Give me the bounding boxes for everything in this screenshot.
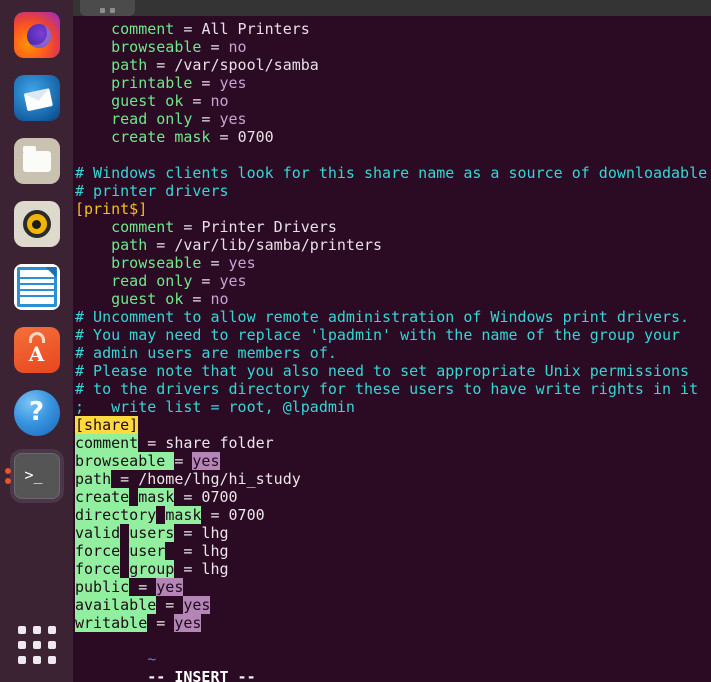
terminal-prompt-glyph: >_ (24, 466, 43, 484)
ubuntu-dock: A ? >_ (0, 0, 73, 682)
terminal-window: comment = All Printers browseable = no p… (73, 0, 711, 682)
code-line: guest ok = no (111, 92, 229, 110)
code-line: path = /var/spool/samba (111, 56, 319, 74)
desktop-screen: A ? >_ comment = All Printers browseable… (0, 0, 711, 682)
code-line: comment = share folder (75, 434, 274, 452)
software-letter: A (28, 342, 45, 366)
code-line: # Windows clients look for this share na… (75, 164, 708, 182)
dock-item-help[interactable]: ? (10, 386, 64, 440)
code-line: path = /home/lhg/hi_study (75, 470, 301, 488)
running-indicator-dots (4, 468, 11, 484)
thunderbird-icon (13, 75, 60, 121)
libreoffice-document-icon (13, 264, 60, 310)
firefox-icon (13, 12, 60, 58)
code-line: guest ok = no (111, 290, 229, 308)
help-question-icon: ? (13, 390, 60, 436)
code-line: directory mask = 0700 (75, 506, 265, 524)
code-line: browseable = no (111, 38, 247, 56)
terminal-titlebar (73, 0, 711, 16)
dock-item-terminal[interactable]: >_ (4, 449, 64, 503)
vim-tilde-line: ~ (147, 650, 157, 668)
dock-item-thunderbird[interactable] (10, 71, 64, 125)
terminal-content-vim-editor[interactable]: comment = All Printers browseable = no p… (73, 16, 711, 682)
code-line: valid users = lhg (75, 524, 229, 542)
code-line: ; write list = root, @lpadmin (75, 398, 355, 416)
dock-item-firefox[interactable] (10, 8, 64, 62)
code-line: available = yes (75, 596, 211, 614)
code-line: read only = yes (111, 272, 247, 290)
dock-item-ubuntu-software[interactable]: A (10, 323, 64, 377)
code-line: browseable = yes (75, 452, 220, 470)
code-line: path = /var/lib/samba/printers (111, 236, 383, 254)
show-applications-grid-icon[interactable] (14, 622, 60, 668)
code-line: comment = Printer Drivers (111, 218, 337, 236)
dock-item-libreoffice[interactable] (10, 260, 64, 314)
vim-buffer: comment = All Printers browseable = no p… (75, 20, 711, 632)
dock-item-rhythmbox[interactable] (10, 197, 64, 251)
terminal-icon: >_ (13, 453, 60, 499)
help-glyph: ? (28, 397, 45, 427)
code-line: force group = lhg (75, 560, 229, 578)
code-line: force user = lhg (75, 542, 229, 560)
terminal-tab[interactable] (80, 0, 135, 16)
music-speaker-icon (13, 201, 60, 247)
ubuntu-software-bag-icon: A (13, 327, 60, 373)
code-line: public = yes (75, 578, 184, 596)
code-line: # printer drivers (75, 182, 229, 200)
code-line: create mask = 0700 (111, 128, 274, 146)
vim-status-line: -- INSERT -- (147, 668, 256, 682)
code-line: # to the drivers directory for these use… (75, 380, 699, 398)
code-line: printable = yes (111, 74, 247, 92)
code-line: read only = yes (111, 110, 247, 128)
code-line: browseable = yes (111, 254, 256, 272)
code-line: # Please note that you also need to set … (75, 362, 690, 380)
code-line: [print$] (75, 200, 148, 218)
code-line: [share] (75, 416, 139, 434)
code-line: writable = yes (75, 614, 202, 632)
code-line: create mask = 0700 (75, 488, 238, 506)
code-line: # Uncomment to allow remote administrati… (75, 308, 690, 326)
code-line: comment = All Printers (111, 20, 310, 38)
files-folder-icon (13, 138, 60, 184)
dock-item-files[interactable] (10, 134, 64, 188)
code-line: # admin users are members of. (75, 344, 337, 362)
code-line: # You may need to replace 'lpadmin' with… (75, 326, 681, 344)
